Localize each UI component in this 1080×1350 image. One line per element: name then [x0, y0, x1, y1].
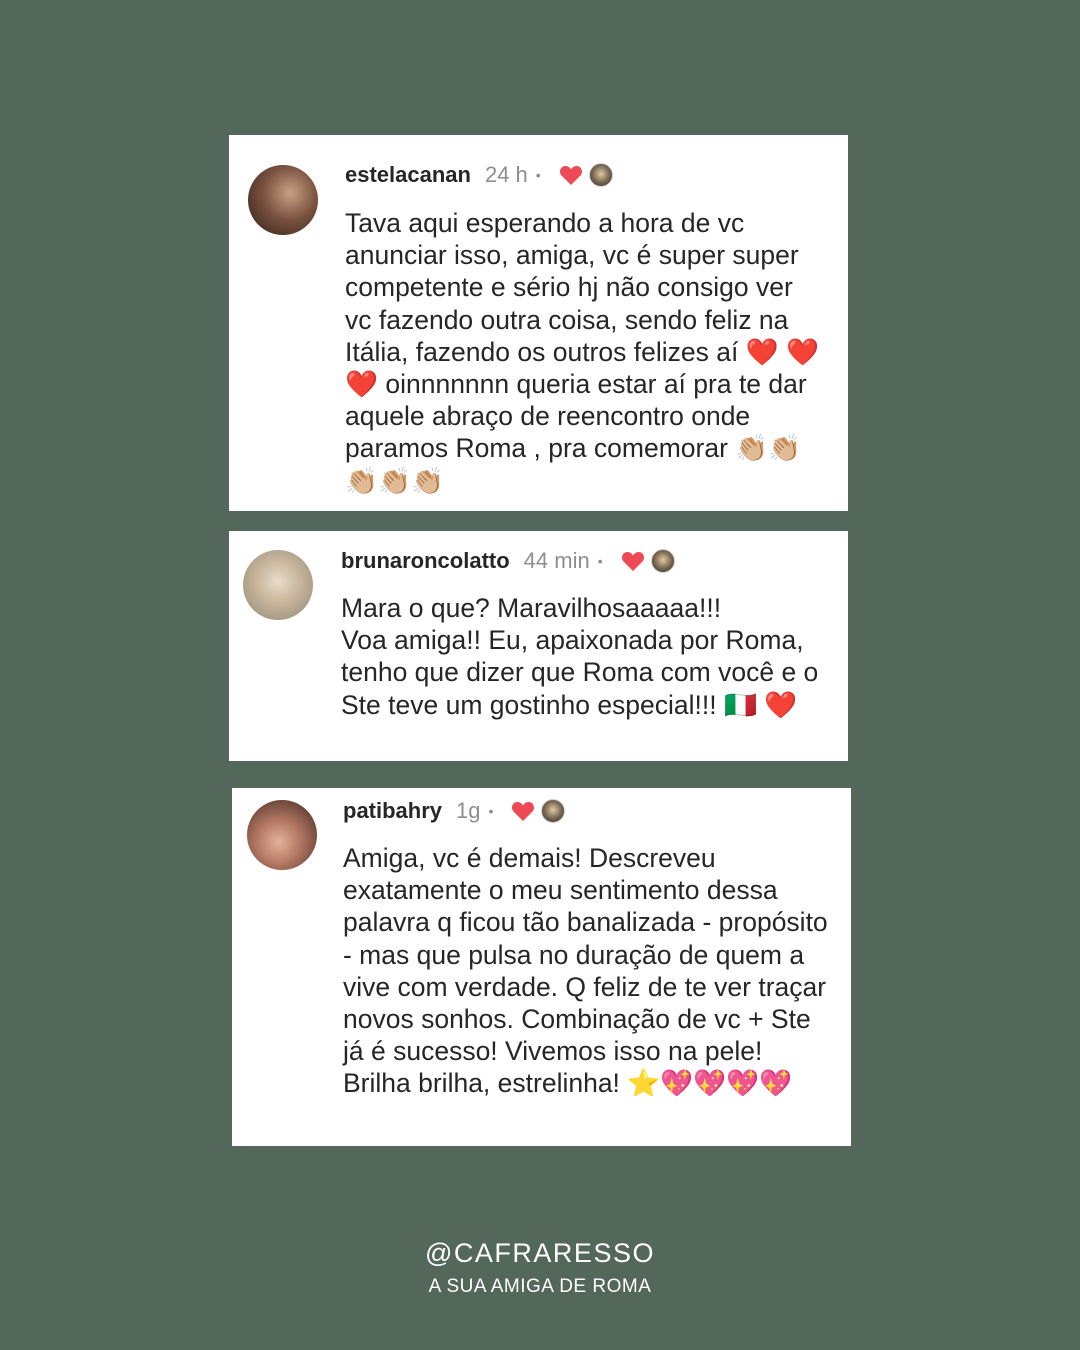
comment-text: Tava aqui esperando a hora de vc anuncia…	[345, 208, 820, 496]
comment-header: patibahry 1g •	[343, 796, 566, 826]
avatar[interactable]	[243, 550, 313, 620]
timestamp: 1g	[456, 798, 481, 823]
footer-handle: @CAFRARESSO	[425, 1238, 655, 1268]
footer-tagline: A SUA AMIGA DE ROMA	[428, 1276, 652, 1297]
separator-dot: •	[535, 167, 541, 183]
comment-card: patibahry 1g • Amiga, vc é demais! Descr…	[232, 788, 851, 1146]
separator-dot: •	[488, 803, 494, 819]
heart-icon[interactable]	[511, 800, 535, 822]
author-avatar-icon	[541, 799, 566, 823]
avatar[interactable]	[248, 165, 318, 235]
timestamp: 44 min	[523, 548, 590, 573]
avatar[interactable]	[247, 800, 317, 870]
comment-card: estelacanan 24 h • Tava aqui esperando a…	[229, 135, 848, 511]
comment-header: brunaroncolatto 44 min •	[341, 546, 675, 576]
comment-header: estelacanan 24 h •	[345, 160, 613, 190]
username[interactable]: patibahry	[343, 798, 442, 824]
heart-icon[interactable]	[621, 550, 645, 572]
separator-dot: •	[597, 553, 603, 569]
comment-text: Amiga, vc é demais! Descreveu exatamente…	[343, 843, 828, 1099]
author-avatar-icon	[588, 163, 613, 187]
username[interactable]: brunaroncolatto	[341, 548, 510, 574]
timestamp: 24 h	[484, 162, 528, 187]
comment-card: brunaroncolatto 44 min • Mara o que? Mar…	[229, 531, 848, 761]
username[interactable]: estelacanan	[345, 162, 471, 188]
heart-icon[interactable]	[559, 164, 583, 186]
author-avatar-icon	[650, 549, 675, 573]
comment-text: Mara o que? Maravilhosaaaaa!!! Voa amiga…	[341, 593, 819, 720]
